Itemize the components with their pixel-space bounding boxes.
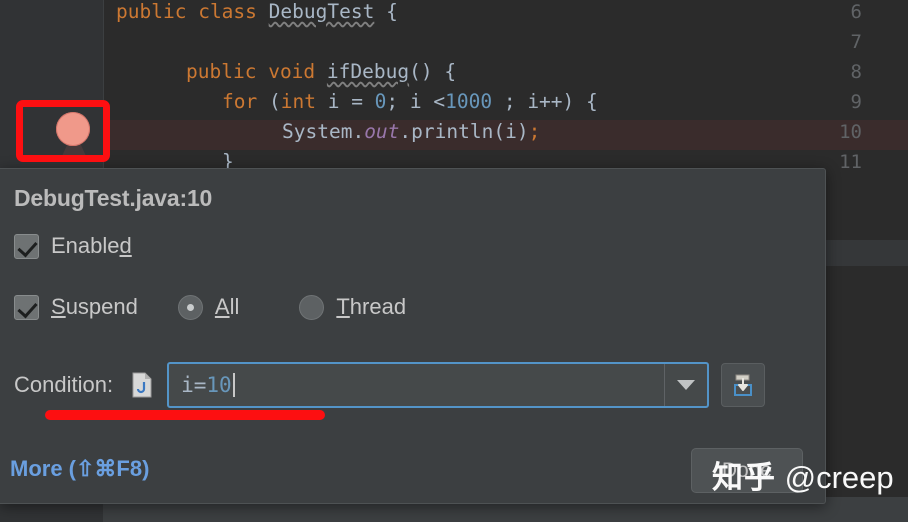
breakpoint-properties-dialog[interactable]: DebugTest.java:10 Enabled Suspend All Th… [0,168,826,504]
enabled-row[interactable]: Enabled [14,233,132,259]
token-punct: () { [409,60,457,83]
token-expr: System. [282,120,365,143]
token-number: 0 [374,90,387,113]
screenshot-root: 6 7 8 9 10 11 public class DebugTest { p… [0,0,908,522]
breakpoint-marker[interactable] [56,112,90,146]
token-classname: DebugTest [268,0,375,23]
suspend-label: Suspend [51,294,138,320]
code-line-10: System.out.println(i); [282,117,540,147]
token-punct: ( [268,90,281,113]
thread-label-text: hread [349,294,407,319]
condition-input[interactable]: i=10 [167,362,710,408]
token-semicolon: ; [528,120,541,143]
token-punct: ; i < [386,90,446,113]
condition-value-number: 10 [206,373,232,397]
token-number: 1000 [445,90,493,113]
token-field: out [364,120,400,143]
token-punct: ; i++) { [492,90,598,113]
condition-dropdown-button[interactable] [664,364,707,406]
condition-value-ident: i= [181,373,207,397]
suspend-mnemonic: S [51,294,66,319]
code-line-8: public void ifDebug() { [186,57,456,87]
token-expr: .println(i) [399,120,529,143]
java-file-icon [132,372,152,398]
token-keyword: public [116,0,187,23]
thread-mnemonic: T [336,294,350,319]
line-number: 8 [850,61,862,83]
condition-row[interactable]: Condition: i=10 [14,362,766,408]
token-keyword: void [268,60,316,83]
suspend-row[interactable]: Suspend All Thread [14,294,406,320]
radio-thread-label: Thread [336,294,406,320]
token-keyword: public [186,60,257,83]
suspend-checkbox[interactable] [14,294,39,320]
radio-all[interactable] [177,294,203,320]
token-keyword: for [222,90,258,113]
all-label-text: ll [229,294,240,319]
condition-value: i=10 [181,373,232,397]
code-line-9: for (int i = 0; i <1000 ; i++) { [222,87,598,117]
enabled-label: Enabled [51,233,132,259]
more-link[interactable]: More (⇧⌘F8) [10,456,149,482]
chevron-down-icon [677,380,696,390]
line-number: 10 [839,121,862,143]
watermark-handle: @creep [784,460,894,495]
suspend-label-text: uspend [65,294,138,319]
watermark: 知乎 @creep [712,452,894,497]
suspend-all-option[interactable]: All [177,294,239,320]
code-line-6: public class DebugTest { [116,0,398,27]
line-number: 9 [850,91,862,113]
token-brace: { [386,0,398,23]
enabled-mnemonic: d [119,233,132,258]
token-var: i = [315,90,375,113]
line-number: 6 [850,1,862,23]
enabled-label-text: Enable [51,233,120,258]
radio-all-label: All [215,294,239,320]
enabled-checkbox[interactable] [14,233,39,259]
text-caret [232,373,235,397]
condition-label: Condition: [14,372,114,397]
token-keyword: class [198,0,257,23]
radio-thread[interactable] [299,294,325,320]
expand-editor-icon [734,374,753,396]
all-mnemonic: A [214,294,230,319]
token-method-name: ifDebug [326,60,410,83]
line-number: 7 [850,31,862,53]
expand-editor-button[interactable] [721,363,766,407]
watermark-logo: 知乎 [712,460,776,495]
suspend-thread-option[interactable]: Thread [299,294,406,320]
token-type: int [280,90,316,113]
dialog-title: DebugTest.java:10 [14,185,213,211]
